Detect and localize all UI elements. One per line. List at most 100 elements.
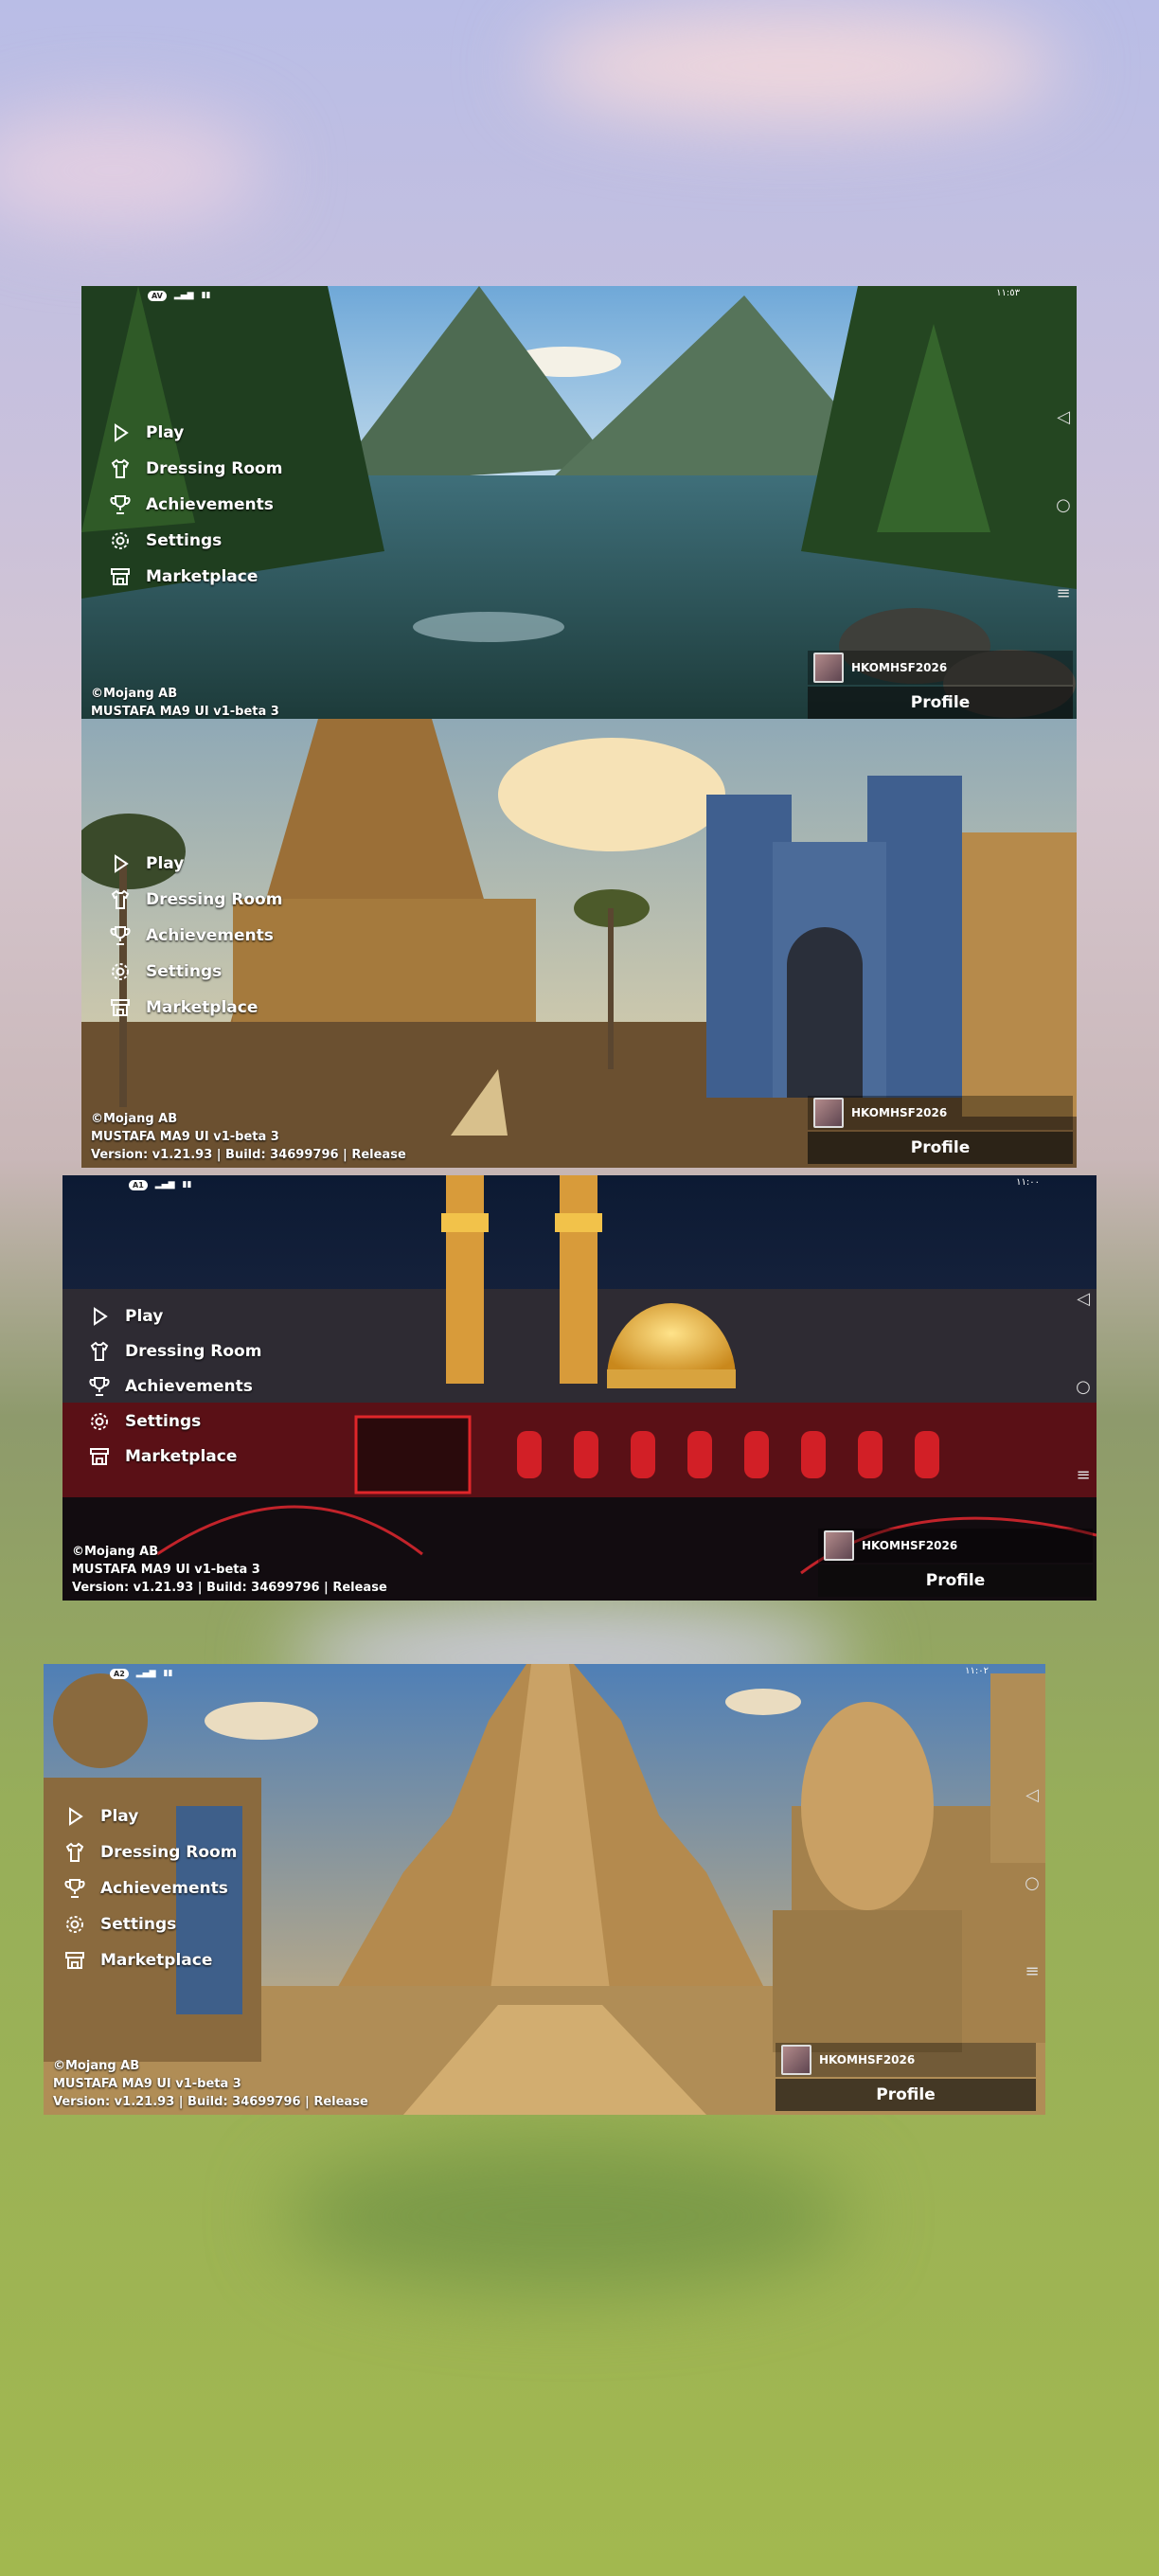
menu-dressing-room-label: Dressing Room (146, 458, 283, 478)
username: HKOMHSF2026 (862, 1539, 958, 1552)
menu-play[interactable]: Play (106, 850, 282, 877)
profile-user: HKOMHSF2026 (808, 1096, 1073, 1130)
trophy-icon (106, 492, 134, 518)
back-triangle-icon[interactable]: ◁ (1057, 407, 1070, 427)
status-time: ١١:٥٣ (996, 288, 1020, 298)
status-bar: AV ▂▄▆ ▮▮ (148, 288, 211, 303)
store-icon (85, 1443, 114, 1470)
shirt-icon (106, 456, 134, 482)
menu-marketplace-label: Marketplace (146, 997, 259, 1017)
menu-dressing-room[interactable]: Dressing Room (106, 455, 282, 482)
menu-achievements-label: Achievements (100, 1878, 228, 1898)
menu-dressing-room[interactable]: Dressing Room (106, 886, 282, 913)
avatar (824, 1530, 854, 1561)
menu-play[interactable]: Play (106, 419, 282, 446)
back-triangle-icon[interactable]: ◁ (1025, 1785, 1039, 1805)
profile-panel: HKOMHSF2026 Profile (818, 1529, 1093, 1597)
menu-play[interactable]: Play (85, 1302, 261, 1330)
store-icon (106, 994, 134, 1021)
version-name-text: MUSTAFA MA9 UI v1-beta 3 (91, 1130, 279, 1144)
menu-dressing-room-label: Dressing Room (100, 1842, 238, 1862)
version-footer: ©Mojang AB MUSTAFA MA9 UI v1-beta 3 Vers… (72, 1543, 387, 1597)
gear-icon (61, 1911, 89, 1938)
menu-settings-label: Settings (125, 1411, 202, 1431)
menu-settings-label: Settings (146, 530, 223, 550)
recents-menu-icon[interactable]: ≡ (1025, 1961, 1039, 1981)
play-icon (61, 1803, 89, 1830)
menu-achievements[interactable]: Achievements (61, 1874, 237, 1902)
screenshot-shrine: A1 ▂▄▆ ▮▮ ١١:٠٠ Play Dressing Room Achie… (62, 1175, 1097, 1601)
main-menu: Play Dressing Room Achievements Settings… (85, 1302, 261, 1470)
menu-play-label: Play (100, 1806, 139, 1826)
gear-icon (106, 528, 134, 554)
menu-settings[interactable]: Settings (106, 957, 282, 985)
play-icon (106, 420, 134, 446)
play-icon (85, 1303, 114, 1330)
copyright-text: ©Mojang AB (53, 2059, 140, 2073)
status-pill: AV (148, 290, 167, 301)
trophy-icon (85, 1373, 114, 1400)
build-text: Version: v1.21.93 | Build: 34699796 | Re… (72, 1581, 387, 1595)
version-footer: ©Mojang AB MUSTAFA MA9 UI v1-beta 3 (91, 685, 279, 719)
gear-icon (106, 958, 134, 985)
menu-achievements[interactable]: Achievements (106, 491, 282, 518)
screenshot-ziggurat: A2 ▂▄▆ ▮▮ ١١:٠٢ Play Dressing Room Achie… (44, 1664, 1045, 2115)
shirt-icon (61, 1839, 89, 1866)
menu-marketplace[interactable]: Marketplace (85, 1442, 261, 1470)
menu-dressing-room-label: Dressing Room (125, 1341, 262, 1361)
profile-button[interactable]: Profile (818, 1565, 1093, 1597)
menu-achievements[interactable]: Achievements (106, 921, 282, 949)
profile-button[interactable]: Profile (808, 687, 1073, 719)
back-triangle-icon[interactable]: ◁ (1077, 1289, 1090, 1309)
signal-icon: ▂▄▆ (173, 291, 194, 300)
build-text: Version: v1.21.93 | Build: 34699796 | Re… (53, 2095, 368, 2109)
bg-blob-bottom (284, 2140, 852, 2292)
version-name-text: MUSTAFA MA9 UI v1-beta 3 (53, 2077, 241, 2091)
menu-marketplace[interactable]: Marketplace (61, 1946, 237, 1974)
menu-settings[interactable]: Settings (106, 527, 282, 554)
home-circle-icon[interactable]: ○ (1076, 1377, 1091, 1397)
home-circle-icon[interactable]: ○ (1056, 495, 1071, 515)
avatar (813, 1098, 844, 1128)
signal-icon: ▂▄▆ (154, 1180, 175, 1190)
username: HKOMHSF2026 (851, 1106, 948, 1119)
menu-marketplace[interactable]: Marketplace (106, 563, 282, 590)
menu-settings[interactable]: Settings (85, 1407, 261, 1435)
profile-button[interactable]: Profile (776, 2079, 1036, 2111)
status-bar: A1 ▂▄▆ ▮▮ (129, 1177, 191, 1192)
home-circle-icon[interactable]: ○ (1025, 1873, 1040, 1893)
copyright-text: ©Mojang AB (91, 687, 178, 701)
menu-dressing-room[interactable]: Dressing Room (85, 1337, 261, 1365)
profile-user: HKOMHSF2026 (818, 1529, 1093, 1563)
menu-dressing-room-label: Dressing Room (146, 889, 283, 909)
version-footer: ©Mojang AB MUSTAFA MA9 UI v1-beta 3 Vers… (91, 1110, 406, 1164)
menu-marketplace[interactable]: Marketplace (106, 993, 282, 1021)
shirt-icon (85, 1338, 114, 1365)
copyright-text: ©Mojang AB (91, 1112, 178, 1126)
menu-play-label: Play (146, 422, 185, 442)
signal-icon: ▂▄▆ (135, 1669, 156, 1678)
menu-achievements-label: Achievements (146, 925, 274, 945)
menu-play[interactable]: Play (61, 1802, 237, 1830)
profile-panel: HKOMHSF2026 Profile (808, 1096, 1073, 1164)
status-time: ١١:٠٢ (965, 1666, 989, 1676)
recents-menu-icon[interactable]: ≡ (1056, 583, 1070, 603)
menu-achievements-label: Achievements (146, 494, 274, 514)
menu-settings[interactable]: Settings (61, 1910, 237, 1938)
main-menu: Play Dressing Room Achievements Settings… (61, 1802, 237, 1974)
recents-menu-icon[interactable]: ≡ (1076, 1465, 1090, 1485)
store-icon (106, 564, 134, 590)
android-nav-rail: ◁ ○ ≡ (1052, 407, 1075, 603)
username: HKOMHSF2026 (819, 2053, 916, 2066)
version-footer: ©Mojang AB MUSTAFA MA9 UI v1-beta 3 Vers… (53, 2057, 368, 2111)
avatar (813, 653, 844, 683)
gear-icon (85, 1408, 114, 1435)
menu-dressing-room[interactable]: Dressing Room (61, 1838, 237, 1866)
profile-button[interactable]: Profile (808, 1132, 1073, 1164)
bg-blob-pink (530, 9, 1061, 123)
trophy-icon (61, 1875, 89, 1902)
menu-achievements[interactable]: Achievements (85, 1372, 261, 1400)
profile-panel: HKOMHSF2026 Profile (776, 2043, 1036, 2111)
copyright-text: ©Mojang AB (72, 1545, 159, 1559)
build-text: Version: v1.21.93 | Build: 34699796 | Re… (91, 1148, 406, 1162)
